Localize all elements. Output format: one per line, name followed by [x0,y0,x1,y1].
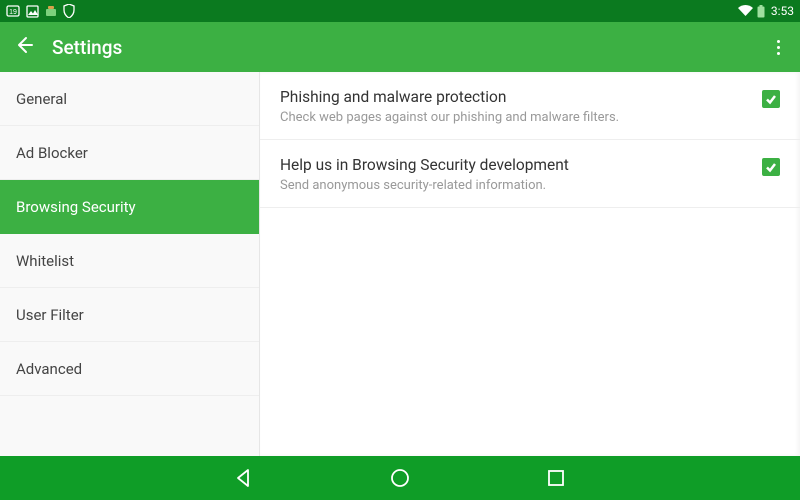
setting-subtitle: Check web pages against our phishing and… [280,110,750,125]
setting-subtitle: Send anonymous security-related informat… [280,178,750,193]
sidebar-item-whitelist[interactable]: Whitelist [0,234,259,288]
status-bar: 19 3:53 [0,0,800,22]
setting-title: Phishing and malware protection [280,88,750,106]
back-icon[interactable] [14,35,34,59]
sidebar-item-user-filter[interactable]: User Filter [0,288,259,342]
checkbox-phishing[interactable] [762,90,780,108]
sidebar-item-label: Advanced [16,360,82,378]
nav-home-button[interactable] [387,465,413,491]
nav-back-button[interactable] [231,465,257,491]
checkbox-help-dev[interactable] [762,158,780,176]
setting-row-help-dev[interactable]: Help us in Browsing Security development… [260,140,800,208]
status-right: 3:53 [738,4,794,18]
wifi-icon [738,5,753,17]
nav-recent-button[interactable] [543,465,569,491]
setting-title: Help us in Browsing Security development [280,156,750,174]
setting-texts: Help us in Browsing Security development… [280,156,750,193]
content-pane: Phishing and malware protection Check we… [260,72,800,456]
sidebar-item-label: General [16,90,67,108]
sidebar-item-advanced[interactable]: Advanced [0,342,259,396]
notification-badge-icon: 19 [6,5,20,17]
sidebar: General Ad Blocker Browsing Security Whi… [0,72,260,456]
overflow-menu-icon[interactable] [771,34,786,61]
battery-icon [757,5,765,18]
shield-icon [63,4,75,18]
nav-bar [0,456,800,500]
app-icon [45,5,57,17]
setting-row-phishing[interactable]: Phishing and malware protection Check we… [260,72,800,140]
screen: 19 3:53 Settings [0,0,800,500]
app-bar: Settings [0,22,800,72]
check-icon [765,161,777,173]
sidebar-item-label: Browsing Security [16,198,136,216]
sidebar-item-ad-blocker[interactable]: Ad Blocker [0,126,259,180]
check-icon [765,93,777,105]
page-title: Settings [52,36,122,59]
sidebar-item-label: User Filter [16,306,84,324]
sidebar-item-label: Ad Blocker [16,144,88,162]
sidebar-item-general[interactable]: General [0,72,259,126]
sidebar-item-browsing-security[interactable]: Browsing Security [0,180,259,234]
sidebar-item-label: Whitelist [16,252,74,270]
picture-icon [26,5,39,18]
setting-texts: Phishing and malware protection Check we… [280,88,750,125]
body: General Ad Blocker Browsing Security Whi… [0,72,800,456]
svg-text:19: 19 [9,9,17,16]
status-left: 19 [6,4,75,18]
status-time: 3:53 [771,4,794,18]
